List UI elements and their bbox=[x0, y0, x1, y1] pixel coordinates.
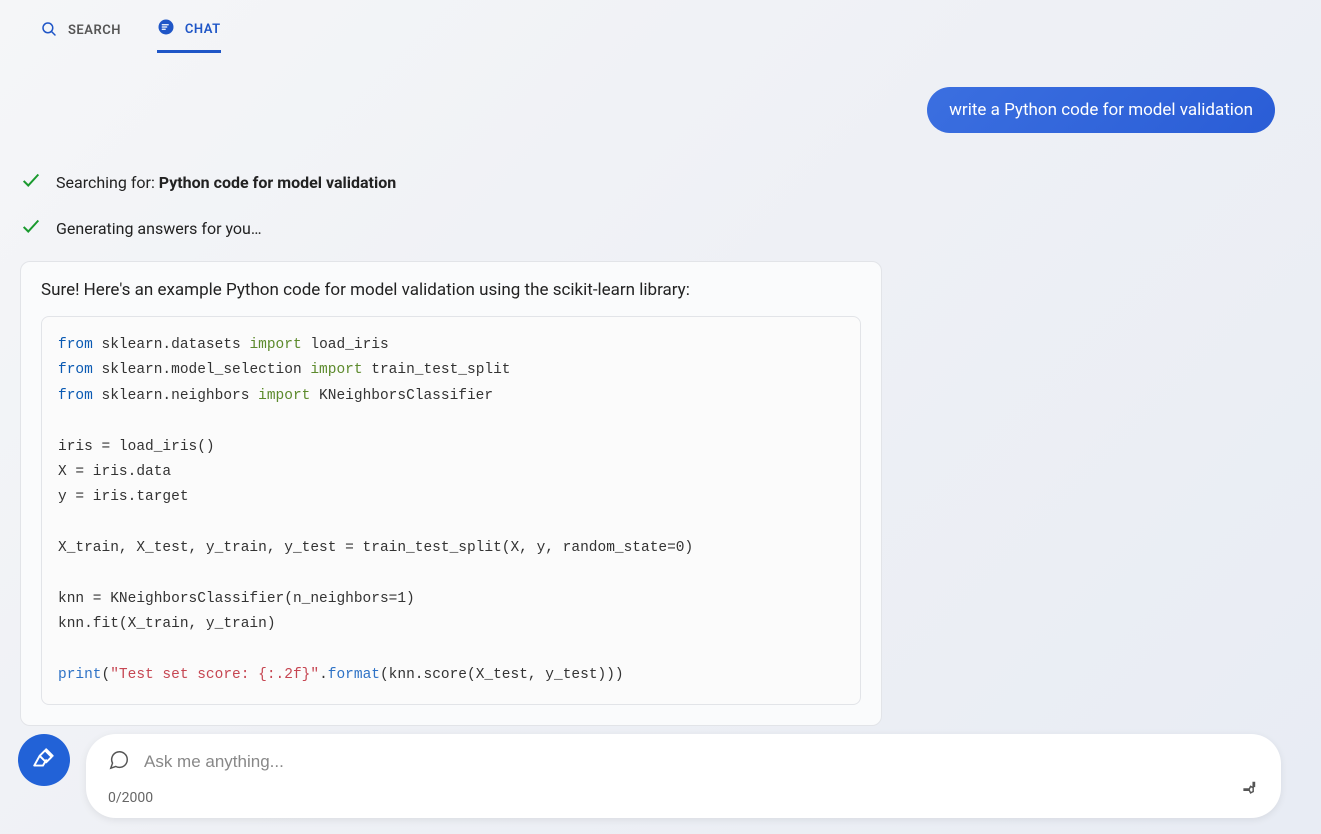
pin-button[interactable] bbox=[1237, 778, 1259, 804]
tab-bar: SEARCH CHAT bbox=[0, 0, 1321, 63]
code-block: from sklearn.datasets import load_iris f… bbox=[41, 316, 861, 705]
status-searching: Searching for: Python code for model val… bbox=[20, 169, 1281, 195]
new-topic-button[interactable] bbox=[18, 734, 70, 786]
char-count: 0/2000 bbox=[108, 790, 1259, 806]
check-icon bbox=[20, 215, 42, 241]
check-icon bbox=[20, 169, 42, 195]
chat-input[interactable] bbox=[144, 748, 1259, 776]
answer-intro: Sure! Here's an example Python code for … bbox=[41, 280, 861, 300]
answer-card: Sure! Here's an example Python code for … bbox=[20, 261, 882, 726]
conversation-area: write a Python code for model validation… bbox=[0, 63, 1321, 726]
search-icon bbox=[40, 20, 58, 42]
chat-bubble-icon bbox=[108, 749, 130, 775]
tab-chat[interactable]: CHAT bbox=[157, 18, 221, 53]
user-message-bubble: write a Python code for model validation bbox=[927, 87, 1275, 133]
user-message-row: write a Python code for model validation bbox=[20, 87, 1275, 133]
broom-icon bbox=[31, 745, 57, 775]
tab-search[interactable]: SEARCH bbox=[40, 20, 121, 52]
input-card: 0/2000 bbox=[86, 734, 1281, 818]
tab-chat-label: CHAT bbox=[185, 22, 221, 37]
status-generating: Generating answers for you… bbox=[20, 215, 1281, 241]
status-generating-text: Generating answers for you… bbox=[56, 219, 262, 238]
input-bar: 0/2000 bbox=[0, 724, 1321, 834]
status-searching-text: Searching for: Python code for model val… bbox=[56, 173, 396, 192]
chat-icon bbox=[157, 18, 175, 40]
tab-search-label: SEARCH bbox=[68, 23, 121, 38]
pin-icon bbox=[1237, 785, 1259, 804]
